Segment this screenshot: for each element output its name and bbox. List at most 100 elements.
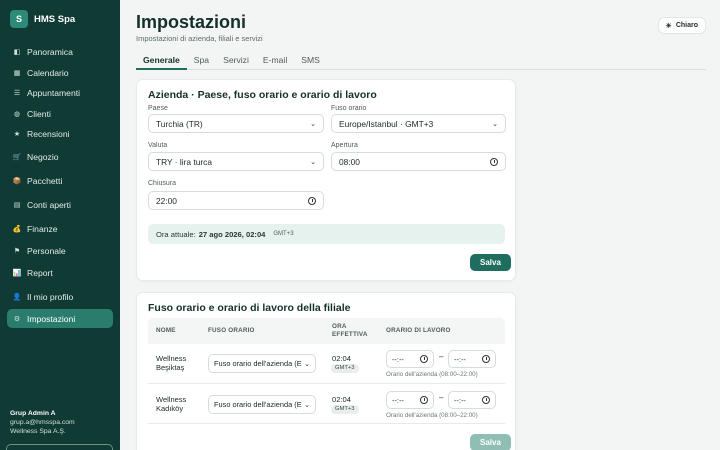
sidebar-item-label: Negozio — [27, 151, 59, 162]
sidebar-item-personale[interactable]: ⚑ Personale — [7, 241, 113, 262]
hours-from-value: --:-- — [392, 395, 404, 405]
closing-label: Chiusura — [148, 180, 177, 187]
range-separator: – — [439, 352, 444, 361]
logout-button[interactable] — [6, 444, 113, 450]
user-company: Wellness Spa A.Ş. — [10, 428, 66, 435]
hours-to-input[interactable]: --:-- — [448, 350, 496, 368]
app-name: HMS Spa — [34, 13, 76, 25]
tab-spa[interactable]: Spa — [187, 54, 216, 70]
sidebar-item-label: Il mio profilo — [27, 292, 74, 302]
sidebar-item-calendario[interactable]: ▦ Calendario — [7, 63, 113, 84]
tz-badge: GMT+3 — [331, 364, 359, 373]
sidebar-item-pacchetti[interactable]: 📦 Pacchetti — [7, 169, 113, 193]
header-effective-2: EFFETTIVA — [332, 331, 368, 338]
theme-label: Chiaro — [675, 22, 698, 29]
branch-timezone-select[interactable]: Fuso orario dell'azienda (E ⌄ — [208, 354, 316, 373]
clock-icon — [482, 396, 490, 404]
branch-name-line-1: Wellness — [156, 395, 187, 404]
country-value: Turchia (TR) — [156, 118, 203, 129]
report-icon: 📊 — [12, 270, 22, 277]
sidebar-item-label: Panoramica — [27, 47, 73, 58]
country-select[interactable]: Turchia (TR) ⌄ — [148, 114, 324, 133]
opening-time-input[interactable]: 08:00 — [331, 152, 506, 171]
tz-badge: GMT+3 — [331, 405, 359, 414]
clients-icon: ◍ — [13, 110, 21, 118]
tab-generale[interactable]: Generale — [136, 54, 187, 70]
clock-icon — [420, 396, 428, 404]
country-label: Paese — [148, 105, 168, 112]
branch-name: Wellness Beşiktaş — [156, 354, 186, 372]
save-branch-button[interactable]: Salva — [470, 434, 511, 450]
clock-icon — [308, 196, 316, 205]
closing-time-input[interactable]: 22:00 — [148, 191, 324, 210]
sidebar-item-label: Recensioni — [27, 129, 70, 140]
branch-name-line-1: Wellness — [156, 354, 187, 363]
clock-icon — [482, 355, 490, 363]
branch-timezone-value: Fuso orario dell'azienda (E — [214, 400, 302, 409]
sidebar-item-panoramica[interactable]: ◧ Panoramica — [7, 42, 113, 63]
chevron-down-icon: ⌄ — [310, 158, 316, 166]
hours-from-input[interactable]: --:-- — [386, 391, 434, 409]
header-timezone: FUSO ORARIO — [208, 327, 255, 334]
save-company-button[interactable]: Salva — [470, 254, 511, 271]
hours-to-input[interactable]: --:-- — [448, 391, 496, 409]
sidebar-item-label: Finanze — [27, 223, 58, 234]
current-time-banner: Ora attuale: 27 ago 2026, 02:04 GMT+3 — [148, 224, 505, 244]
hours-from-input[interactable]: --:-- — [386, 350, 434, 368]
hours-note: Orario dell'azienda (08:00–22:00) — [386, 371, 478, 378]
sidebar-item-conti-aperti[interactable]: ▤ Conti aperti — [7, 193, 113, 217]
sidebar-item-appuntamenti[interactable]: ☰ Appuntamenti — [7, 83, 113, 104]
closing-value: 22:00 — [156, 195, 177, 206]
sidebar: S HMS Spa ◧ Panoramica ▦ Calendario ☰ Appun… — [0, 0, 120, 450]
card-title: Azienda · Paese, fuso orario e orario di… — [148, 89, 377, 101]
theme-toggle-button[interactable]: ☀ Chiaro — [657, 17, 706, 34]
page-subtitle: Impostazioni di azienda, filiali e servi… — [136, 34, 263, 43]
company-settings-card: Azienda · Paese, fuso orario e orario di… — [136, 79, 516, 281]
sidebar-item-negozio[interactable]: 🛒 Negozio — [7, 145, 113, 169]
table-row: Wellness Beşiktaş Fuso orario dell'azien… — [148, 344, 505, 384]
sidebar-item-profilo[interactable]: 👤 Il mio profilo — [7, 285, 113, 309]
table-row: Wellness Kadıköy Fuso orario dell'aziend… — [148, 384, 505, 424]
chevron-down-icon: ⌄ — [492, 120, 498, 128]
tab-servizi[interactable]: Servizi — [216, 54, 256, 70]
currency-select[interactable]: TRY · lira turca ⌄ — [148, 152, 324, 171]
user-name: Grup Admin A — [10, 410, 56, 417]
branch-name-line-2: Kadıköy — [156, 404, 184, 413]
timezone-label: Fuso orario — [331, 105, 367, 112]
sidebar-item-report[interactable]: 📊 Report — [7, 261, 113, 285]
branch-timezone-value: Fuso orario dell'azienda (E — [214, 359, 302, 368]
branch-table-header: NOME FUSO ORARIO ORA EFFETTIVA ORARIO DI… — [148, 318, 505, 344]
hours-to-value: --:-- — [454, 395, 466, 405]
timezone-value: Europe/Istanbul · GMT+3 — [339, 118, 434, 129]
branch-timezone-select[interactable]: Fuso orario dell'azienda (E ⌄ — [208, 395, 316, 414]
sidebar-item-label: Calendario — [27, 67, 69, 78]
tab-sms[interactable]: SMS — [294, 54, 327, 70]
timezone-select[interactable]: Europe/Istanbul · GMT+3 ⌄ — [331, 114, 506, 133]
clock-icon — [490, 157, 498, 166]
range-separator: – — [439, 393, 444, 402]
settings-tabs: Generale Spa Servizi E-mail SMS — [136, 54, 706, 70]
header-name: NOME — [156, 327, 176, 334]
sidebar-item-label: Pacchetti — [27, 175, 63, 186]
current-time-value: 27 ago 2026, 02:04 — [198, 229, 266, 239]
app-logo: S — [10, 10, 28, 28]
header-effective-1: ORA — [332, 323, 347, 330]
tab-email[interactable]: E-mail — [256, 54, 294, 70]
hours-to-value: --:-- — [454, 354, 466, 364]
staff-icon: ⚑ — [13, 247, 21, 255]
branch-settings-card: Fuso orario e orario di lavoro della fil… — [136, 292, 516, 450]
current-time-prefix: Ora attuale: — [156, 229, 196, 239]
chevron-down-icon: ⌄ — [310, 120, 316, 128]
cart-icon: 🛒 — [12, 153, 22, 161]
branch-name: Wellness Kadıköy — [156, 395, 186, 413]
sidebar-item-recensioni[interactable]: ★ Recensioni — [7, 124, 113, 145]
sidebar-item-label: Appuntamenti — [27, 88, 81, 99]
dashboard-icon: ◧ — [13, 49, 21, 57]
page-title: Impostazioni — [136, 12, 247, 32]
sidebar-item-finanze[interactable]: 💰 Finanze — [7, 217, 113, 241]
brand[interactable]: S HMS Spa — [0, 0, 120, 38]
sidebar-item-impostazioni[interactable]: ⚙ Impostazioni — [7, 309, 113, 328]
sidebar-item-label: Personale — [27, 245, 66, 256]
sidebar-item-clienti[interactable]: ◍ Clienti — [7, 104, 113, 125]
opening-label: Apertura — [331, 142, 358, 149]
